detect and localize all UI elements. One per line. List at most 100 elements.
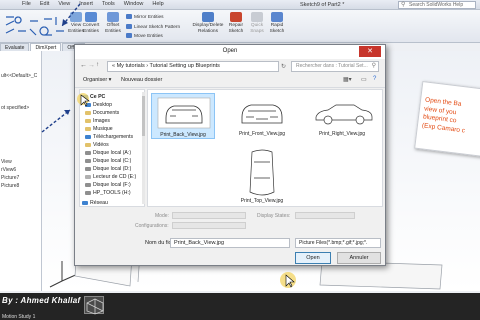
nav-item-downloads[interactable]: Téléchargements: [85, 134, 133, 140]
car-side-view-image: [315, 104, 373, 125]
file-thumbnail-front-view[interactable]: Print_Front_View.jpg: [230, 93, 294, 139]
dialog-command-bar: Organiser ▾ Nouveau dossier ▦▾ ▭ ?: [75, 75, 385, 88]
file-name: Print_Top_View.jpg: [240, 198, 284, 204]
cube-logo-icon: [86, 298, 104, 315]
pointer-arrow-icon: [61, 3, 81, 27]
move-entities-label: Move Entities: [134, 33, 163, 39]
display-delete-relations-button[interactable]: Display/Delete Relations: [192, 12, 224, 34]
filename-input[interactable]: Print_Back_View.jpg: [170, 238, 290, 248]
tree-item[interactable]: rView6: [1, 167, 16, 173]
open-button[interactable]: Open: [295, 252, 331, 264]
nav-item-label: Disque local (A:): [93, 150, 132, 156]
nav-item-music[interactable]: Musique: [85, 126, 113, 132]
back-arrow-icon[interactable]: ←: [80, 62, 87, 69]
downloads-icon: [85, 134, 91, 139]
folder-search-placeholder: Rechercher dans : Tutorial Set...: [296, 63, 368, 69]
nav-item-label: Documents: [93, 110, 120, 116]
move-entities-button[interactable]: Move Entities: [126, 33, 163, 39]
nav-item-drive-f[interactable]: Disque local (F:): [85, 182, 131, 188]
mode-label: Mode:: [155, 213, 169, 219]
tree-item[interactable]: ult<<Default>_C: [1, 73, 37, 79]
file-name: Print_Right_View.jpg: [318, 131, 366, 137]
quick-snaps-label: Quick Snaps: [250, 23, 264, 34]
file-name: Print_Back_View.jpg: [160, 132, 206, 138]
organize-menu[interactable]: Organiser ▾: [83, 77, 111, 83]
forward-arrow-icon[interactable]: →: [88, 62, 95, 69]
document-title: Sketch9 of Part2 *: [300, 1, 345, 8]
mirror-icon: [126, 14, 132, 19]
nav-item-label: HP_TOOLS (H:): [93, 190, 131, 196]
tree-item[interactable]: View: [1, 159, 12, 165]
cd-drive-icon: [85, 174, 91, 179]
nav-item-drive-c[interactable]: Disque local (C:): [85, 158, 131, 164]
menu-help[interactable]: Help: [152, 1, 163, 7]
nav-item-drive-d[interactable]: Disque local (D:): [85, 166, 131, 172]
open-dialog: Open ✕ ← → ↑ « My tutorials › Tutorial S…: [74, 44, 386, 266]
address-row: ← → ↑ « My tutorials › Tutorial Setting …: [75, 59, 385, 75]
drive-icon: [85, 158, 91, 163]
nav-item-label: Musique: [93, 126, 113, 132]
car-back-view-image: [157, 97, 211, 129]
nav-item-label: Ce PC: [90, 94, 106, 100]
menu-edit[interactable]: Edit: [40, 1, 49, 7]
linear-sketch-pattern-label: Linear Sketch Pattern: [134, 24, 181, 30]
menu-tools[interactable]: Tools: [102, 1, 115, 7]
file-type-filter[interactable]: Picture Files(*.bmp;*.gif;*.jpg;*.: [295, 238, 381, 248]
nav-item-label: Disque local (F:): [93, 182, 131, 188]
preview-pane-icon[interactable]: ▭: [361, 76, 367, 83]
motion-study-tab[interactable]: Motion Study 1: [2, 314, 35, 320]
refresh-icon[interactable]: ↻: [281, 63, 286, 70]
up-arrow-icon[interactable]: ↑: [96, 62, 99, 68]
menu-window[interactable]: Window: [124, 1, 144, 7]
configurations-label: Configurations:: [135, 223, 169, 229]
nav-item-documents[interactable]: Documents: [85, 110, 119, 116]
dialog-titlebar: Open ✕: [75, 45, 385, 59]
mirror-entities-button[interactable]: Mirror Entities: [126, 14, 164, 20]
file-thumbnail-top-view[interactable]: Print_Top_View.jpg: [230, 146, 294, 206]
images-icon: [85, 118, 91, 123]
tab-dimxpert[interactable]: DimXpert: [30, 43, 62, 51]
file-thumbnail-back-view[interactable]: Print_Back_View.jpg: [151, 93, 215, 139]
help-icon[interactable]: ?: [373, 76, 376, 82]
nav-scrollbar-thumb[interactable]: [142, 96, 145, 136]
author-credit: By : Ahmed Khallaf: [2, 296, 81, 305]
car-front-view-image: [241, 104, 283, 124]
tree-item[interactable]: ot specified>: [1, 105, 29, 111]
nav-scrollbar[interactable]: [142, 92, 145, 204]
help-search-input[interactable]: ⚲ Search SolidWorks Help: [398, 1, 476, 9]
mouse-cursor-click-icon: [280, 272, 296, 288]
offset-entities-button[interactable]: Offset Entities: [102, 12, 124, 34]
menu-bar: File Edit View Insert Tools Window Help: [22, 1, 164, 7]
nav-item-network[interactable]: Réseau: [82, 200, 108, 206]
linear-sketch-pattern-button[interactable]: Linear Sketch Pattern: [126, 24, 180, 30]
drive-icon: [85, 190, 91, 195]
search-icon: ⚲: [401, 2, 406, 8]
rapid-sketch-icon: [271, 12, 283, 22]
folder-search-input[interactable]: Rechercher dans : Tutorial Set... ⚲: [291, 61, 379, 72]
nav-item-label: Disque local (C:): [93, 158, 132, 164]
new-folder-button[interactable]: Nouveau dossier: [121, 77, 162, 83]
tree-item[interactable]: Picture8: [1, 183, 19, 189]
instruction-callout: Open the Ba view of you blueprint co (Ex…: [414, 80, 480, 158]
nav-item-drive-a[interactable]: Disque local (A:): [85, 150, 131, 156]
mirror-entities-label: Mirror Entities: [134, 14, 164, 20]
nav-item-images[interactable]: Images: [85, 118, 110, 124]
nav-item-label: Réseau: [90, 200, 108, 206]
repair-sketch-button[interactable]: Repair Sketch: [226, 12, 246, 34]
tab-evaluate[interactable]: Evaluate: [0, 43, 30, 51]
nav-item-cd-e[interactable]: Lecteur de CD (E:): [85, 174, 136, 180]
menu-file[interactable]: File: [22, 1, 31, 7]
file-thumbnail-right-view[interactable]: Print_Right_View.jpg: [310, 93, 374, 139]
nav-item-label: Lecteur de CD (E:): [93, 174, 137, 180]
address-bar[interactable]: « My tutorials › Tutorial Setting up Blu…: [107, 61, 279, 72]
tree-item[interactable]: Picture7: [1, 175, 19, 181]
file-list: Print_Back_View.jpg Print_Front_View.jpg…: [147, 89, 383, 207]
cancel-button[interactable]: Annuler: [337, 252, 381, 264]
search-icon: ⚲: [371, 63, 376, 69]
nav-item-hp-tools[interactable]: HP_TOOLS (H:): [85, 190, 131, 196]
nav-item-videos[interactable]: Vidéos: [85, 142, 109, 148]
close-button[interactable]: ✕: [359, 46, 381, 57]
rapid-sketch-button[interactable]: Rapid Sketch: [266, 12, 288, 34]
view-options-icon[interactable]: ▦▾: [343, 76, 352, 83]
quick-snaps-button[interactable]: Quick Snaps: [248, 12, 266, 34]
